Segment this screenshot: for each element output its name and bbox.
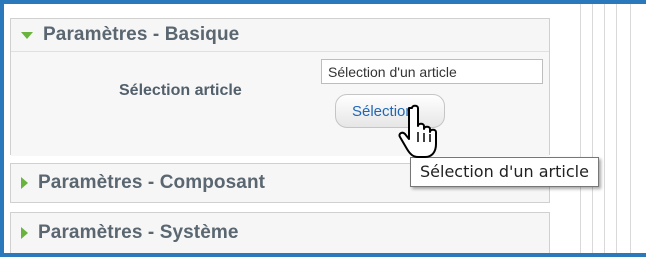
triangle-right-icon [21, 177, 28, 189]
panel-system: Paramètres - Système [10, 212, 550, 257]
tooltip: Sélection d'un article [410, 157, 599, 187]
hand-pointer-icon [398, 104, 437, 158]
panel-system-header[interactable]: Paramètres - Système [11, 213, 549, 253]
grid-line [592, 4, 593, 257]
grid-line [616, 4, 617, 257]
screenshot-frame: Paramètres - Basique Sélection article S… [0, 0, 646, 257]
panel-component-title: Paramètres - Composant [38, 172, 266, 193]
panel-basic: Paramètres - Basique Sélection article S… [10, 18, 550, 156]
grid-line [580, 4, 581, 257]
grid-line [604, 4, 605, 257]
panel-basic-body: Sélection article Sélection [11, 52, 549, 156]
panel-basic-title: Paramètres - Basique [43, 24, 240, 45]
panel-system-title: Paramètres - Système [38, 222, 239, 243]
triangle-right-icon [21, 227, 28, 239]
grid-line [630, 4, 631, 257]
panel-basic-header[interactable]: Paramètres - Basique [11, 19, 549, 52]
article-selection-input[interactable] [321, 59, 543, 84]
article-selection-label: Sélection article [119, 82, 242, 99]
triangle-down-icon [21, 31, 33, 39]
